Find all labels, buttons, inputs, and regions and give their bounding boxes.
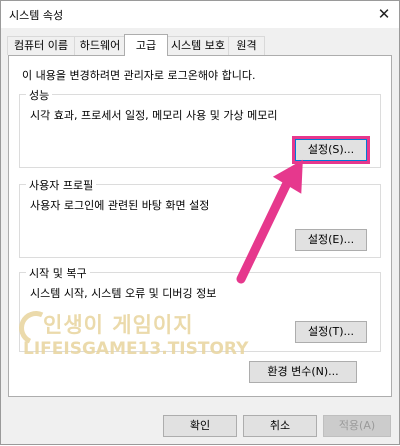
tab-remote[interactable]: 원격 (228, 36, 265, 55)
startup-recovery-title: 시작 및 복구 (26, 265, 90, 281)
user-profile-settings-button[interactable]: 설정(E)... (295, 229, 367, 251)
watermark-url: LIFEISGAME13.TISTORY (23, 339, 249, 359)
user-profile-group: 사용자 프로필 사용자 로그인에 관련된 바탕 화면 설정 설정(E)... (19, 177, 381, 258)
apply-button[interactable]: 적용(A) (323, 415, 391, 437)
user-profile-title: 사용자 프로필 (26, 177, 97, 193)
admin-notice: 이 내용을 변경하려면 관리자로 로그온해야 합니다. (22, 69, 256, 82)
user-profile-desc: 사용자 로그인에 관련된 바탕 화면 설정 (30, 199, 210, 212)
startup-recovery-settings-button[interactable]: 설정(T)... (295, 321, 367, 343)
ok-button[interactable]: 확인 (163, 415, 237, 437)
performance-title: 성능 (26, 87, 53, 103)
performance-group: 성능 시각 효과, 프로세서 일정, 메모리 사용 및 가상 메모리 설정(S)… (19, 87, 381, 168)
tab-system-protection[interactable]: 시스템 보호 (167, 36, 229, 55)
title-bar: 시스템 속성 ✕ (1, 1, 399, 28)
close-icon[interactable]: ✕ (371, 2, 397, 26)
window-title: 시스템 속성 (9, 9, 64, 22)
environment-variables-button[interactable]: 환경 변수(N)... (249, 361, 357, 383)
dialog-buttons: 확인 취소 적용(A) (1, 401, 399, 444)
tab-advanced[interactable]: 고급 (124, 34, 168, 56)
system-properties-window: 시스템 속성 ✕ 컴퓨터 이름 하드웨어 고급 시스템 보호 원격 이 내용을 … (0, 0, 400, 445)
tab-computer-name[interactable]: 컴퓨터 이름 (7, 36, 75, 55)
performance-settings-button[interactable]: 설정(S)... (292, 136, 370, 164)
cancel-button[interactable]: 취소 (243, 415, 317, 437)
startup-recovery-desc: 시스템 시작, 시스템 오류 및 디버깅 정보 (30, 287, 217, 300)
tab-hardware[interactable]: 하드웨어 (74, 36, 126, 55)
performance-desc: 시각 효과, 프로세서 일정, 메모리 사용 및 가상 메모리 (30, 109, 278, 122)
watermark-title: 인생이 게임이지 (43, 313, 194, 337)
